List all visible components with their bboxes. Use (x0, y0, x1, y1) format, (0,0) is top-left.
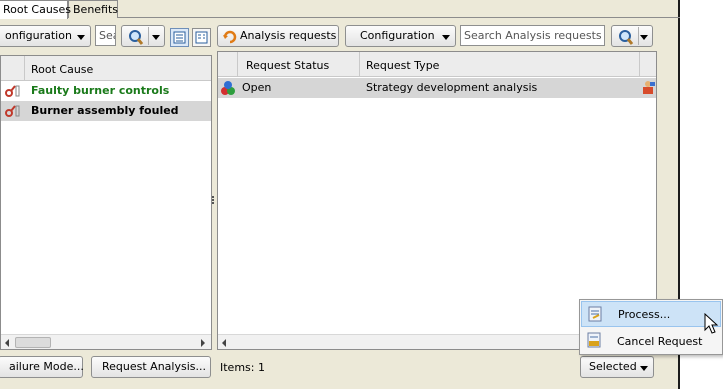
selected-dropdown-label: Selected (589, 360, 637, 373)
left-search-input[interactable]: Sea (95, 25, 116, 46)
right-configuration-label: Configuration (360, 29, 435, 42)
split-divider (148, 27, 149, 45)
selected-dropdown[interactable]: Selected (580, 356, 654, 378)
request-type-column-header[interactable]: Request Type (360, 52, 640, 77)
chevron-down-icon (640, 35, 648, 40)
search-analysis-requests-input[interactable]: Search Analysis requests (Ct (460, 25, 605, 46)
detail-view-toggle[interactable] (192, 28, 211, 47)
list-item[interactable]: Faulty burner controls (1, 81, 211, 101)
analysis-requests-label: Analysis requests (240, 29, 337, 42)
root-causes-pane: Root Cause Faulty burner controls Burner… (0, 55, 212, 350)
tab-root-causes[interactable]: Root Causes (0, 0, 71, 19)
request-analysis-button[interactable]: Request Analysis... (91, 356, 211, 378)
scroll-left-icon[interactable] (5, 339, 9, 347)
search-icon (619, 30, 634, 45)
chevron-down-icon (640, 366, 648, 371)
scroll-right-icon[interactable] (201, 339, 205, 347)
list-view-icon (173, 31, 186, 44)
cancel-request-icon (587, 332, 601, 348)
context-menu: Process... Cancel Request (579, 299, 723, 355)
root-cause-column-header[interactable]: Root Cause (25, 56, 211, 81)
mouse-cursor-icon (704, 313, 719, 334)
right-configuration-dropdown[interactable]: Configuration (345, 25, 456, 47)
menu-item-cancel-request[interactable]: Cancel Request (581, 329, 721, 355)
root-cause-icon (5, 105, 20, 117)
items-count: Items: 1 (220, 361, 265, 374)
failure-modes-button[interactable]: ailure Mode... (0, 356, 84, 378)
requests-header: Request Status Request Type (218, 52, 656, 77)
row-marker-column (1, 56, 25, 81)
root-cause-label: Burner assembly fouled (31, 104, 179, 117)
refresh-icon (223, 30, 237, 44)
request-status-cell: Open (242, 81, 272, 94)
chevron-down-icon (77, 35, 85, 40)
person-icon[interactable] (639, 79, 657, 97)
left-search-button[interactable] (121, 25, 165, 47)
chevron-down-icon (152, 35, 160, 40)
row-marker-column (218, 52, 238, 77)
process-icon (588, 306, 602, 322)
split-divider (638, 27, 639, 45)
menu-item-label: Process... (618, 308, 671, 321)
root-cause-label: Faulty burner controls (31, 84, 170, 97)
left-configuration-dropdown[interactable]: onfiguration (0, 25, 91, 47)
request-type-cell: Strategy development analysis (366, 81, 538, 94)
tab-benefits[interactable]: Benefits (68, 0, 118, 18)
left-configuration-label: onfiguration (5, 29, 72, 42)
pane-splitter[interactable] (212, 195, 215, 211)
left-horizontal-scrollbar[interactable] (1, 334, 211, 349)
table-row[interactable]: Open Strategy development analysis (218, 78, 657, 98)
root-causes-header: Root Cause (1, 56, 211, 81)
menu-item-label: Cancel Request (617, 335, 703, 348)
list-item-selected[interactable]: Burner assembly fouled (1, 101, 211, 121)
scrollbar-thumb[interactable] (15, 337, 51, 348)
detail-view-icon (195, 31, 208, 44)
status-open-icon (221, 81, 235, 95)
chevron-down-icon (442, 35, 450, 40)
menu-item-process[interactable]: Process... (581, 301, 721, 327)
root-cause-icon (5, 85, 20, 97)
request-status-column-header[interactable]: Request Status (238, 52, 360, 77)
right-search-button[interactable] (611, 25, 653, 47)
list-view-toggle[interactable] (170, 28, 189, 47)
search-icon (129, 30, 144, 45)
scroll-left-icon[interactable] (222, 339, 226, 347)
analysis-requests-dropdown[interactable]: Analysis requests (217, 25, 339, 47)
